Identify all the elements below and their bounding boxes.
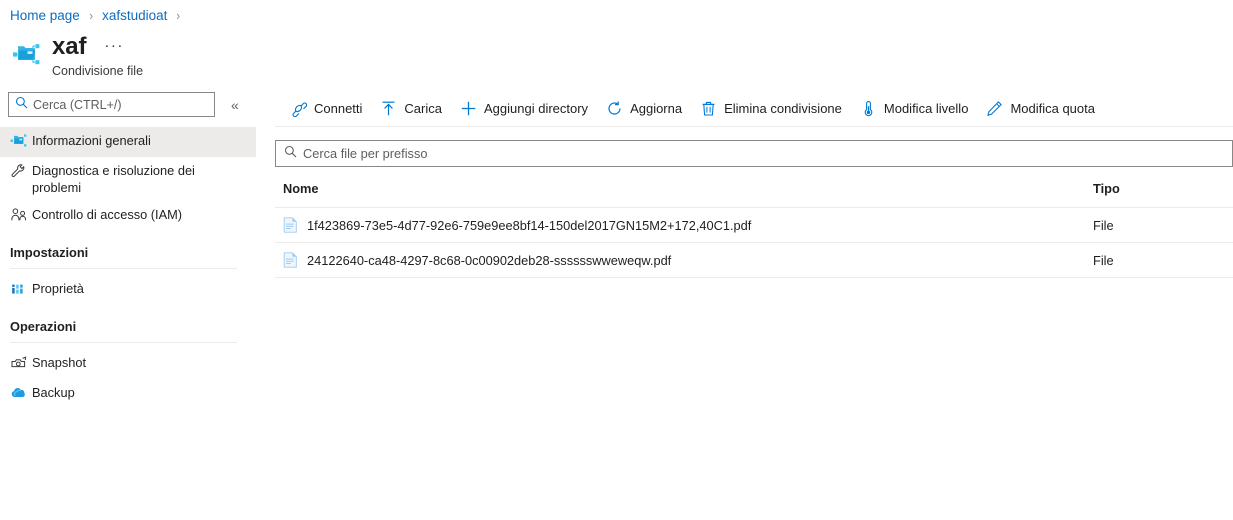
table-row[interactable]: 1f423869-73e5-4d77-92e6-759e9ee8bf14-150… bbox=[275, 207, 1233, 243]
add-directory-button[interactable]: Aggiungi directory bbox=[451, 92, 597, 125]
camera-icon bbox=[10, 355, 32, 374]
pencil-icon bbox=[986, 100, 1003, 117]
file-prefix-search-input[interactable] bbox=[303, 146, 1232, 161]
file-prefix-search-wrapper[interactable] bbox=[275, 140, 1233, 167]
trash-icon bbox=[700, 100, 717, 117]
cell-type: File bbox=[1085, 242, 1233, 278]
wrench-icon bbox=[10, 163, 32, 182]
chevron-right-icon: › bbox=[176, 8, 181, 23]
table-row[interactable]: 24122640-ca48-4297-8c68-0c00902deb28-sss… bbox=[275, 242, 1233, 278]
collapse-sidebar-button[interactable]: « bbox=[231, 97, 239, 113]
properties-bars-icon bbox=[10, 281, 32, 300]
sidebar-group-title: Impostazioni bbox=[10, 245, 89, 260]
sidebar-item-label: Proprietà bbox=[32, 281, 84, 296]
edit-quota-button[interactable]: Modifica quota bbox=[977, 92, 1104, 125]
file-name-link[interactable]: 1f423869-73e5-4d77-92e6-759e9ee8bf14-150… bbox=[307, 218, 751, 233]
file-list-table: Nome Tipo 1f423869-73e5-4d77-92e6-759e9e… bbox=[275, 169, 1233, 278]
sidebar-item-label: Controllo di accesso (IAM) bbox=[32, 207, 183, 222]
file-name-link[interactable]: 24122640-ca48-4297-8c68-0c00902deb28-sss… bbox=[307, 253, 671, 268]
column-header-tipo[interactable]: Tipo bbox=[1085, 169, 1233, 208]
command-bar: Connetti Carica Aggiungi directory Aggio… bbox=[275, 92, 1233, 125]
page-title: xaf bbox=[52, 33, 87, 60]
command-label: Connetti bbox=[314, 101, 363, 116]
sidebar-group-title: Operazioni bbox=[10, 319, 77, 334]
sidebar-item-informazioni-generali[interactable]: Informazioni generali bbox=[0, 127, 256, 157]
search-icon bbox=[15, 96, 28, 114]
sidebar-group-impostazioni: Impostazioni bbox=[0, 245, 256, 269]
divider bbox=[10, 342, 237, 343]
command-label: Modifica quota bbox=[1010, 101, 1095, 116]
sidebar-search-row: « bbox=[0, 92, 256, 117]
sidebar-item-label: Snapshot bbox=[32, 355, 87, 370]
command-label: Modifica livello bbox=[883, 101, 969, 116]
delete-share-button[interactable]: Elimina condivisione bbox=[691, 92, 851, 125]
command-label: Aggiorna bbox=[630, 101, 683, 116]
sidebar-item-diagnostica[interactable]: Diagnostica e risoluzione dei problemi bbox=[0, 157, 256, 201]
breadcrumb-item-storage-account[interactable]: xafstudioat bbox=[102, 7, 167, 25]
azure-file-share-blade: Home page › xafstudioat › xaf ··· Condiv… bbox=[0, 0, 1233, 520]
sidebar-group-operazioni: Operazioni bbox=[0, 319, 256, 343]
sidebar-item-label: Backup bbox=[32, 385, 75, 400]
breadcrumb-item-home[interactable]: Home page bbox=[10, 7, 80, 25]
title-text-group: xaf ··· Condivisione file bbox=[52, 33, 143, 78]
file-share-icon bbox=[10, 133, 32, 152]
connect-button[interactable]: Connetti bbox=[281, 92, 371, 125]
search-input[interactable] bbox=[33, 97, 214, 112]
sidebar-item-proprieta[interactable]: Proprietà bbox=[0, 275, 256, 305]
document-icon bbox=[283, 252, 298, 268]
cloud-backup-icon bbox=[10, 385, 32, 404]
cell-name: 24122640-ca48-4297-8c68-0c00902deb28-sss… bbox=[275, 242, 1085, 278]
sidebar-item-controllo-accesso[interactable]: Controllo di accesso (IAM) bbox=[0, 201, 256, 231]
breadcrumb: Home page › xafstudioat › bbox=[10, 7, 190, 25]
sidebar-nav-list: Informazioni generali Diagnostica e riso… bbox=[0, 127, 256, 409]
sidebar-item-label: Informazioni generali bbox=[32, 133, 151, 148]
page-subtitle: Condivisione file bbox=[52, 64, 144, 78]
column-header-nome[interactable]: Nome bbox=[275, 169, 1085, 208]
cell-name: 1f423869-73e5-4d77-92e6-759e9ee8bf14-150… bbox=[275, 207, 1085, 243]
divider bbox=[275, 126, 1233, 127]
document-icon bbox=[283, 217, 298, 233]
divider bbox=[10, 268, 237, 269]
more-options-button[interactable]: ··· bbox=[104, 37, 124, 54]
command-label: Carica bbox=[404, 101, 442, 116]
sidebar-item-snapshot[interactable]: Snapshot bbox=[0, 349, 256, 379]
cell-type: File bbox=[1085, 207, 1233, 243]
table-header-row: Nome Tipo bbox=[275, 169, 1233, 208]
command-label: Elimina condivisione bbox=[724, 101, 842, 116]
plug-connect-icon bbox=[290, 100, 308, 118]
plus-icon bbox=[460, 100, 477, 117]
file-share-icon bbox=[10, 38, 44, 72]
sidebar: « Informazioni generali bbox=[0, 92, 256, 409]
thermometer-icon bbox=[860, 100, 877, 117]
refresh-button[interactable]: Aggiorna bbox=[597, 92, 691, 125]
sidebar-item-label: Diagnostica e risoluzione dei problemi bbox=[32, 163, 195, 195]
upload-arrow-icon bbox=[380, 100, 397, 117]
people-icon bbox=[10, 207, 32, 226]
page-title-block: xaf ··· Condivisione file bbox=[10, 33, 143, 78]
command-label: Aggiungi directory bbox=[484, 101, 589, 116]
search-icon bbox=[284, 145, 297, 163]
upload-button[interactable]: Carica bbox=[371, 92, 451, 125]
search-input-wrapper[interactable] bbox=[8, 92, 215, 117]
refresh-icon bbox=[606, 100, 623, 117]
main-content: Connetti Carica Aggiungi directory Aggio… bbox=[275, 92, 1233, 278]
sidebar-item-backup[interactable]: Backup bbox=[0, 379, 256, 409]
change-tier-button[interactable]: Modifica livello bbox=[851, 92, 978, 125]
chevron-right-icon: › bbox=[89, 8, 93, 23]
